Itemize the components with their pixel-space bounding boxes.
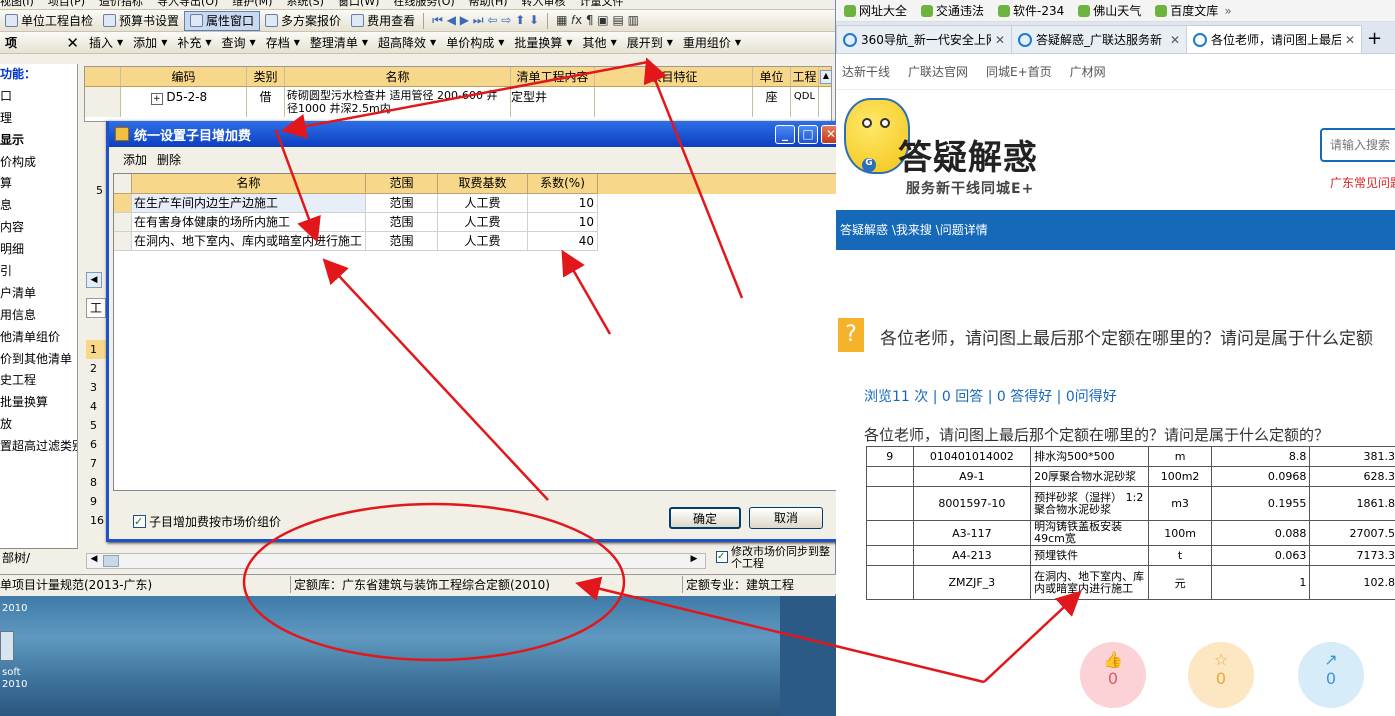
- annotation-arrow: [983, 590, 1082, 683]
- annotation-arrow: [274, 129, 321, 243]
- red-annotation-overlay: [242, 57, 1082, 684]
- annotation-arrow: [575, 576, 985, 684]
- annotation-arrow: [643, 57, 744, 299]
- annotation-arrow: [561, 249, 612, 335]
- annotation-ellipse: [242, 502, 626, 662]
- annotation-arrow: [322, 258, 549, 501]
- annotation-arrow: [281, 60, 649, 139]
